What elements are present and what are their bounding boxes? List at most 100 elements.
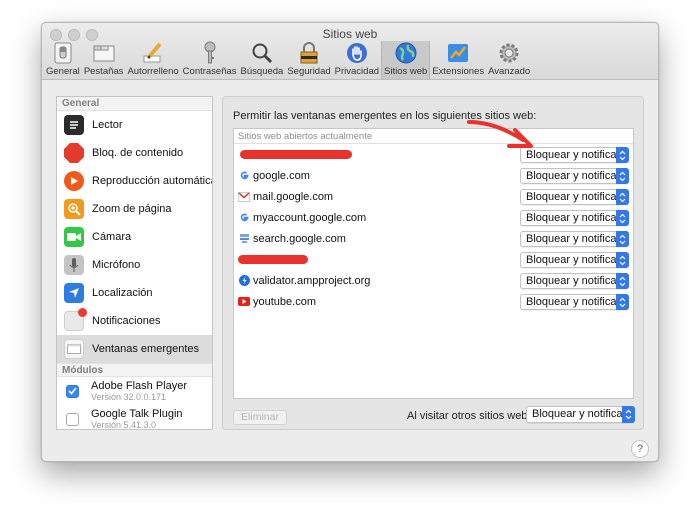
select-stepper-icon	[616, 189, 629, 205]
tab-extensiones[interactable]: Extensiones	[430, 41, 486, 79]
site-setting-select[interactable]: Bloquear y notificar	[520, 273, 629, 289]
key-icon	[198, 41, 222, 65]
other-sites-select[interactable]: Bloquear y notificar	[526, 406, 635, 423]
sidebar-item-label: Ventanas emergentes	[92, 343, 200, 355]
site-setting-select[interactable]: Bloquear y notificar	[520, 294, 629, 310]
select-stepper-icon	[616, 210, 629, 226]
sidebar-header-general: General	[57, 97, 212, 111]
sidebar-item-ventanas-emergentes[interactable]: Ventanas emergentes	[57, 335, 212, 363]
sidebar-item-notificaciones[interactable]: Notificaciones	[57, 307, 212, 335]
site-setting-select[interactable]: Bloquear y notificar	[520, 189, 629, 205]
sidebar-item-localizacion[interactable]: Localización	[57, 279, 212, 307]
site-row[interactable]: Bloquear y notificar	[234, 249, 633, 270]
redacted-site-name	[240, 150, 352, 159]
plugin-checkbox[interactable]	[66, 384, 79, 398]
plugin-name: Google Talk Plugin	[91, 408, 183, 420]
amp-icon	[238, 275, 250, 287]
tab-label: Extensiones	[432, 66, 485, 77]
sidebar-item-label: Localización	[92, 287, 153, 299]
sidebar-item-label: Zoom de página	[92, 203, 172, 215]
sidebar-item-camara[interactable]: Cámara	[57, 223, 212, 251]
help-button[interactable]: ?	[631, 440, 649, 458]
select-stepper-icon	[616, 252, 629, 268]
plugin-version: Versión 5.41.3.0	[91, 420, 157, 430]
tab-general[interactable]: General	[44, 41, 82, 79]
select-stepper-icon	[616, 294, 629, 310]
select-stepper-icon	[616, 147, 629, 163]
gear-icon	[497, 41, 521, 65]
select-value: Bloquear y notificar	[526, 275, 621, 287]
redacted-site-name	[238, 255, 308, 264]
site-setting-select[interactable]: Bloquear y notificar	[520, 252, 629, 268]
site-name: mail.google.com	[253, 190, 334, 203]
camera-icon	[64, 227, 84, 247]
checkmark-icon	[68, 387, 77, 395]
tabs-icon	[92, 41, 116, 65]
select-stepper-icon	[616, 273, 629, 289]
select-value: Bloquear y notificar	[526, 296, 621, 308]
plugin-checkbox[interactable]	[66, 412, 79, 426]
globe-icon	[394, 41, 418, 65]
site-setting-select[interactable]: Bloquear y notificar	[520, 168, 629, 184]
tab-label: Sitios web	[384, 66, 428, 77]
plugin-item[interactable]: Adobe Flash Player Versión 32.0.0.171	[57, 377, 212, 405]
notification-badge-icon	[64, 308, 87, 331]
tab-contrasenas[interactable]: Contraseñas	[181, 41, 239, 79]
sidebar-item-zoom[interactable]: Zoom de página	[57, 195, 212, 223]
search-console-icon	[238, 233, 250, 245]
microphone-icon	[64, 255, 84, 275]
magnifier-icon	[250, 41, 274, 65]
tab-sitios-web[interactable]: Sitios web	[381, 41, 431, 79]
lock-icon	[297, 41, 321, 65]
sidebar-item-microfono[interactable]: Micrófono	[57, 251, 212, 279]
safari-preferences-window: Sitios web General Pestañas Autorrelleno	[41, 22, 659, 462]
popup-settings-panel: Permitir las ventanas emergentes en los …	[222, 96, 644, 430]
tab-label: Búsqueda	[240, 66, 284, 77]
location-arrow-icon	[64, 283, 84, 303]
tab-seguridad[interactable]: Seguridad	[285, 41, 332, 79]
site-row[interactable]: google.com Bloquear y notificar	[234, 165, 633, 186]
annotation-arrow-icon	[467, 120, 533, 148]
site-row[interactable]: validator.ampproject.org Bloquear y noti…	[234, 270, 633, 291]
pencil-icon	[141, 41, 165, 65]
sidebar-item-bloqueo-contenido[interactable]: Bloq. de contenido	[57, 139, 212, 167]
site-setting-select[interactable]: Bloquear y notificar	[520, 210, 629, 226]
sidebar-item-label: Notificaciones	[92, 315, 161, 327]
tab-label: Seguridad	[287, 66, 331, 77]
select-value: Bloquear y notificar	[526, 212, 621, 224]
google-icon	[238, 170, 250, 182]
sites-list[interactable]: Sitios web abiertos actualmente Bloquear…	[233, 128, 634, 399]
tab-avanzado[interactable]: Avanzado	[486, 41, 532, 79]
puzzle-icon	[446, 41, 470, 65]
select-stepper-icon	[616, 231, 629, 247]
zoom-icon	[64, 199, 84, 219]
tab-pestanas[interactable]: Pestañas	[82, 41, 126, 79]
tab-busqueda[interactable]: Búsqueda	[239, 41, 286, 79]
site-row[interactable]: youtube.com Bloquear y notificar	[234, 291, 633, 312]
tab-privacidad[interactable]: Privacidad	[333, 41, 381, 79]
tab-label: Autorrelleno	[127, 66, 179, 77]
sidebar-item-label: Bloq. de contenido	[92, 147, 184, 159]
site-row[interactable]: mail.google.com Bloquear y notificar	[234, 186, 633, 207]
select-value: Bloquear y notificar	[526, 191, 621, 203]
play-icon	[64, 171, 84, 191]
plugin-item[interactable]: Google Talk Plugin Versión 5.41.3.0	[57, 405, 212, 430]
sidebar-item-reproduccion[interactable]: Reproducción automática	[57, 167, 212, 195]
tab-autorrelleno[interactable]: Autorrelleno	[125, 41, 180, 79]
select-value: Bloquear y notificar	[526, 170, 621, 182]
remove-button[interactable]: Eliminar	[233, 410, 287, 425]
site-name: google.com	[253, 169, 310, 182]
select-value: Bloquear y notificar	[526, 254, 621, 266]
select-value: Bloquear y notificar	[526, 233, 621, 245]
tab-label: Privacidad	[334, 66, 380, 77]
site-row[interactable]: search.google.com Bloquear y notificar	[234, 228, 633, 249]
sidebar-item-lector[interactable]: Lector	[57, 111, 212, 139]
site-setting-select[interactable]: Bloquear y notificar	[520, 231, 629, 247]
site-row[interactable]: Bloquear y notificar	[234, 144, 633, 165]
gmail-icon	[238, 191, 250, 203]
sidebar[interactable]: General Lector Bloq. de contenido Reprod…	[56, 96, 213, 430]
sidebar-item-label: Reproducción automática	[92, 175, 213, 187]
site-row[interactable]: myaccount.google.com Bloquear y notifica…	[234, 207, 633, 228]
tab-label: Pestañas	[83, 66, 124, 77]
select-stepper-icon	[622, 406, 635, 423]
